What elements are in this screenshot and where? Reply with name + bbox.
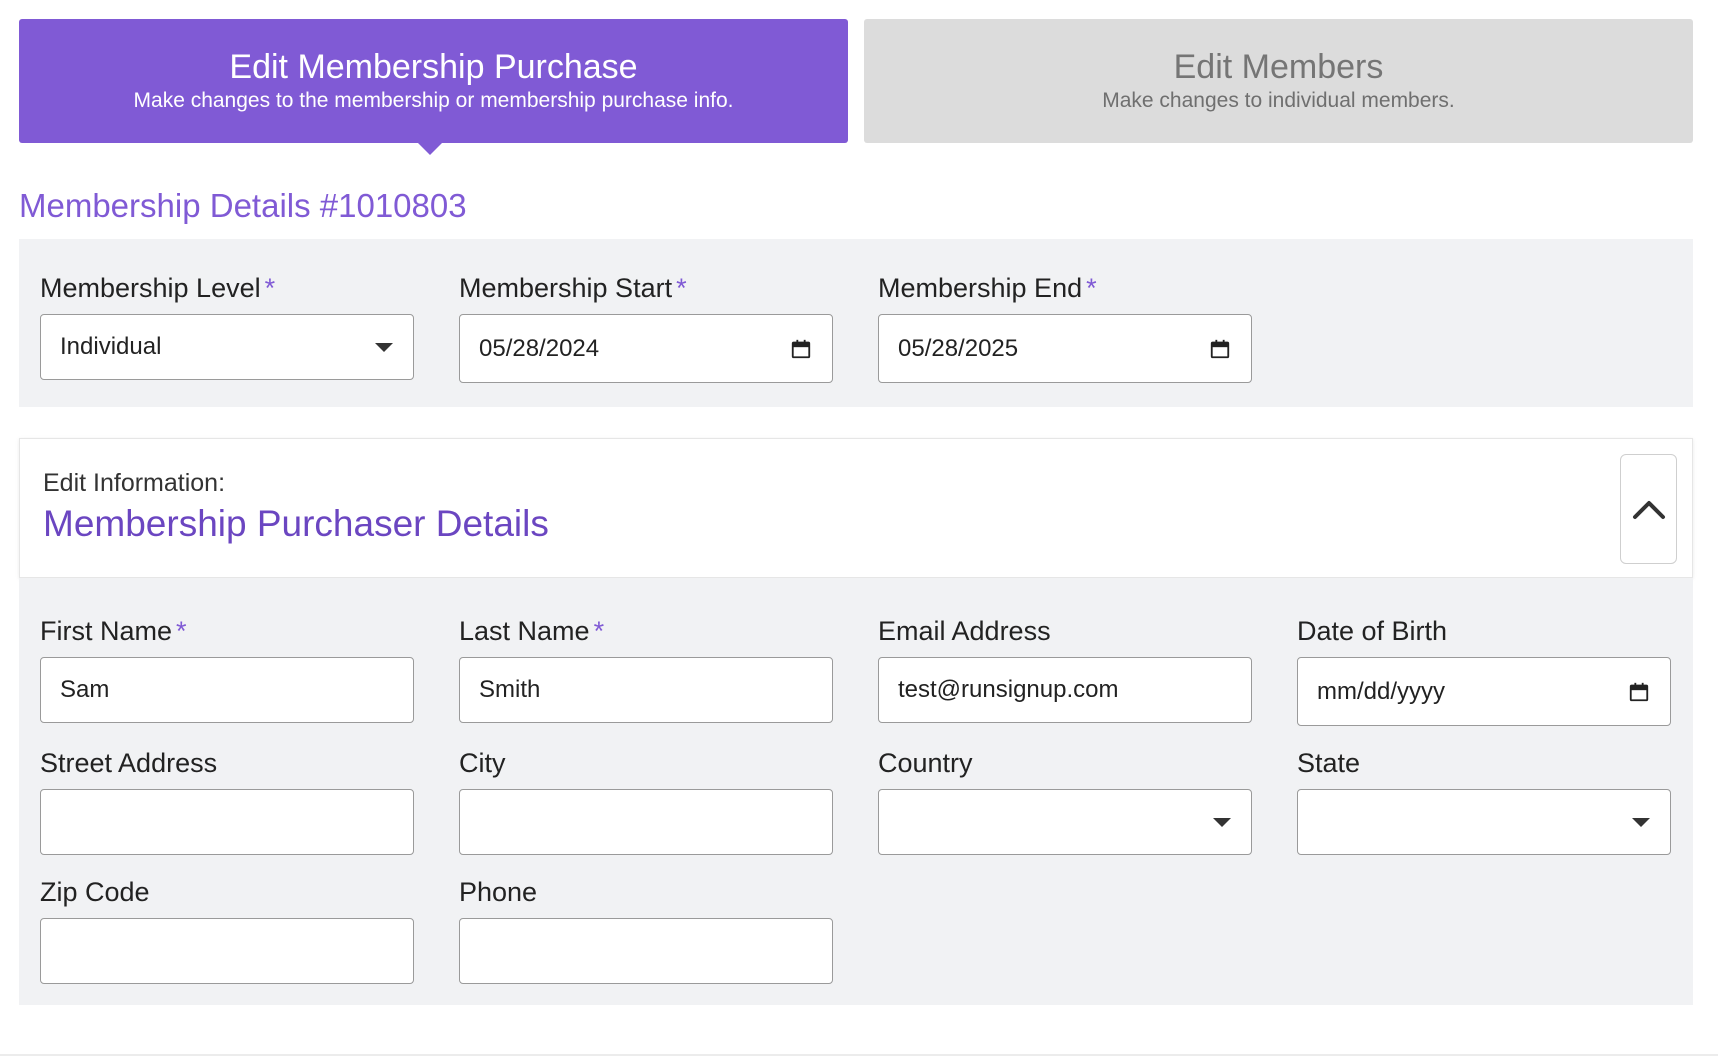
membership-level-value: Individual	[60, 333, 162, 360]
chevron-down-icon	[1632, 818, 1650, 827]
city-field: City	[459, 747, 833, 855]
email-value: test@runsignup.com	[898, 676, 1119, 703]
required-marker: *	[593, 616, 605, 646]
street-address-label: Street Address	[40, 748, 218, 778]
phone-field: Phone	[459, 876, 833, 984]
collapse-section-button[interactable]	[1620, 454, 1677, 564]
email-field: Email Address test@runsignup.com	[878, 615, 1252, 723]
first-name-label: First Name *	[40, 616, 187, 646]
city-input[interactable]	[459, 789, 833, 855]
top-tabs: Edit Membership Purchase Make changes to…	[19, 19, 1693, 155]
date-of-birth-input[interactable]: mm/dd/yyyy	[1297, 657, 1671, 726]
membership-start-value: 05/28/2024	[479, 334, 600, 362]
first-name-field: First Name * Sam	[40, 615, 414, 723]
required-marker: *	[676, 273, 687, 303]
street-address-input[interactable]	[40, 789, 414, 855]
country-label: Country	[878, 748, 973, 778]
first-name-value: Sam	[60, 676, 110, 703]
chevron-down-icon	[1213, 818, 1231, 827]
membership-details-heading: Membership Details #1010803	[19, 187, 467, 224]
required-marker: *	[1086, 273, 1097, 303]
calendar-icon[interactable]	[790, 338, 812, 360]
required-marker: *	[264, 273, 276, 303]
tab-edit-members[interactable]: Edit Members Make changes to individual …	[864, 19, 1693, 143]
membership-level-field: Membership Level * Individual	[40, 272, 414, 380]
last-name-input[interactable]: Smith	[459, 657, 833, 723]
chevron-down-icon	[375, 343, 393, 352]
tab-title: Edit Members	[1173, 48, 1384, 86]
tab-title: Edit Membership Purchase	[229, 48, 638, 86]
tab-edit-membership-purchase[interactable]: Edit Membership Purchase Make changes to…	[19, 19, 848, 155]
membership-end-date-input[interactable]: 05/28/2025	[878, 314, 1252, 383]
first-name-input[interactable]: Sam	[40, 657, 414, 723]
edit-membership-page: Edit Membership Purchase Make changes to…	[0, 0, 1718, 1058]
calendar-icon[interactable]	[1209, 338, 1231, 360]
membership-start-date-input[interactable]: 05/28/2024	[459, 314, 833, 383]
country-select[interactable]	[878, 789, 1252, 855]
state-label: State	[1297, 748, 1361, 778]
edit-information-label: Edit Information:	[43, 469, 226, 497]
membership-end-value: 05/28/2025	[898, 334, 1019, 362]
calendar-icon[interactable]	[1628, 681, 1650, 703]
purchaser-details-title: Membership Purchaser Details	[43, 503, 549, 544]
membership-start-label: Membership Start *	[459, 273, 687, 303]
zip-code-input[interactable]	[40, 918, 414, 984]
state-select[interactable]	[1297, 789, 1671, 855]
last-name-field: Last Name * Smith	[459, 615, 833, 723]
required-marker: *	[176, 616, 187, 646]
active-tab-pointer	[418, 143, 442, 155]
membership-details-panel: Membership Level * Individual Membership …	[19, 239, 1693, 407]
country-field: Country	[878, 747, 1252, 855]
purchaser-details-card-header: Edit Information: Membership Purchaser D…	[19, 438, 1693, 578]
date-of-birth-placeholder: mm/dd/yyyy	[1317, 677, 1446, 705]
membership-end-label: Membership End *	[878, 273, 1097, 303]
email-input[interactable]: test@runsignup.com	[878, 657, 1252, 723]
purchaser-details-panel: First Name * Sam Last Name * Smith Email A…	[19, 578, 1693, 1005]
membership-start-field: Membership Start * 05/28/2024	[459, 272, 833, 383]
chevron-up-icon	[1632, 501, 1665, 519]
membership-end-field: Membership End * 05/28/2025	[878, 272, 1252, 383]
date-of-birth-label: Date of Birth	[1297, 616, 1448, 646]
zip-code-label: Zip Code	[40, 877, 150, 907]
tab-subtitle: Make changes to the membership or member…	[133, 89, 734, 112]
tab-subtitle: Make changes to individual members.	[1102, 89, 1455, 112]
membership-level-select[interactable]: Individual	[40, 314, 414, 380]
last-name-label: Last Name *	[459, 616, 605, 646]
membership-level-label: Membership Level *	[40, 273, 276, 303]
phone-input[interactable]	[459, 918, 833, 984]
divider	[0, 1054, 1718, 1056]
city-label: City	[459, 748, 506, 778]
street-address-field: Street Address	[40, 747, 414, 855]
email-label: Email Address	[878, 616, 1051, 646]
zip-code-field: Zip Code	[40, 876, 414, 984]
phone-label: Phone	[459, 877, 538, 907]
last-name-value: Smith	[479, 676, 541, 703]
state-field: State	[1297, 747, 1671, 855]
date-of-birth-field: Date of Birth mm/dd/yyyy	[1297, 615, 1671, 726]
